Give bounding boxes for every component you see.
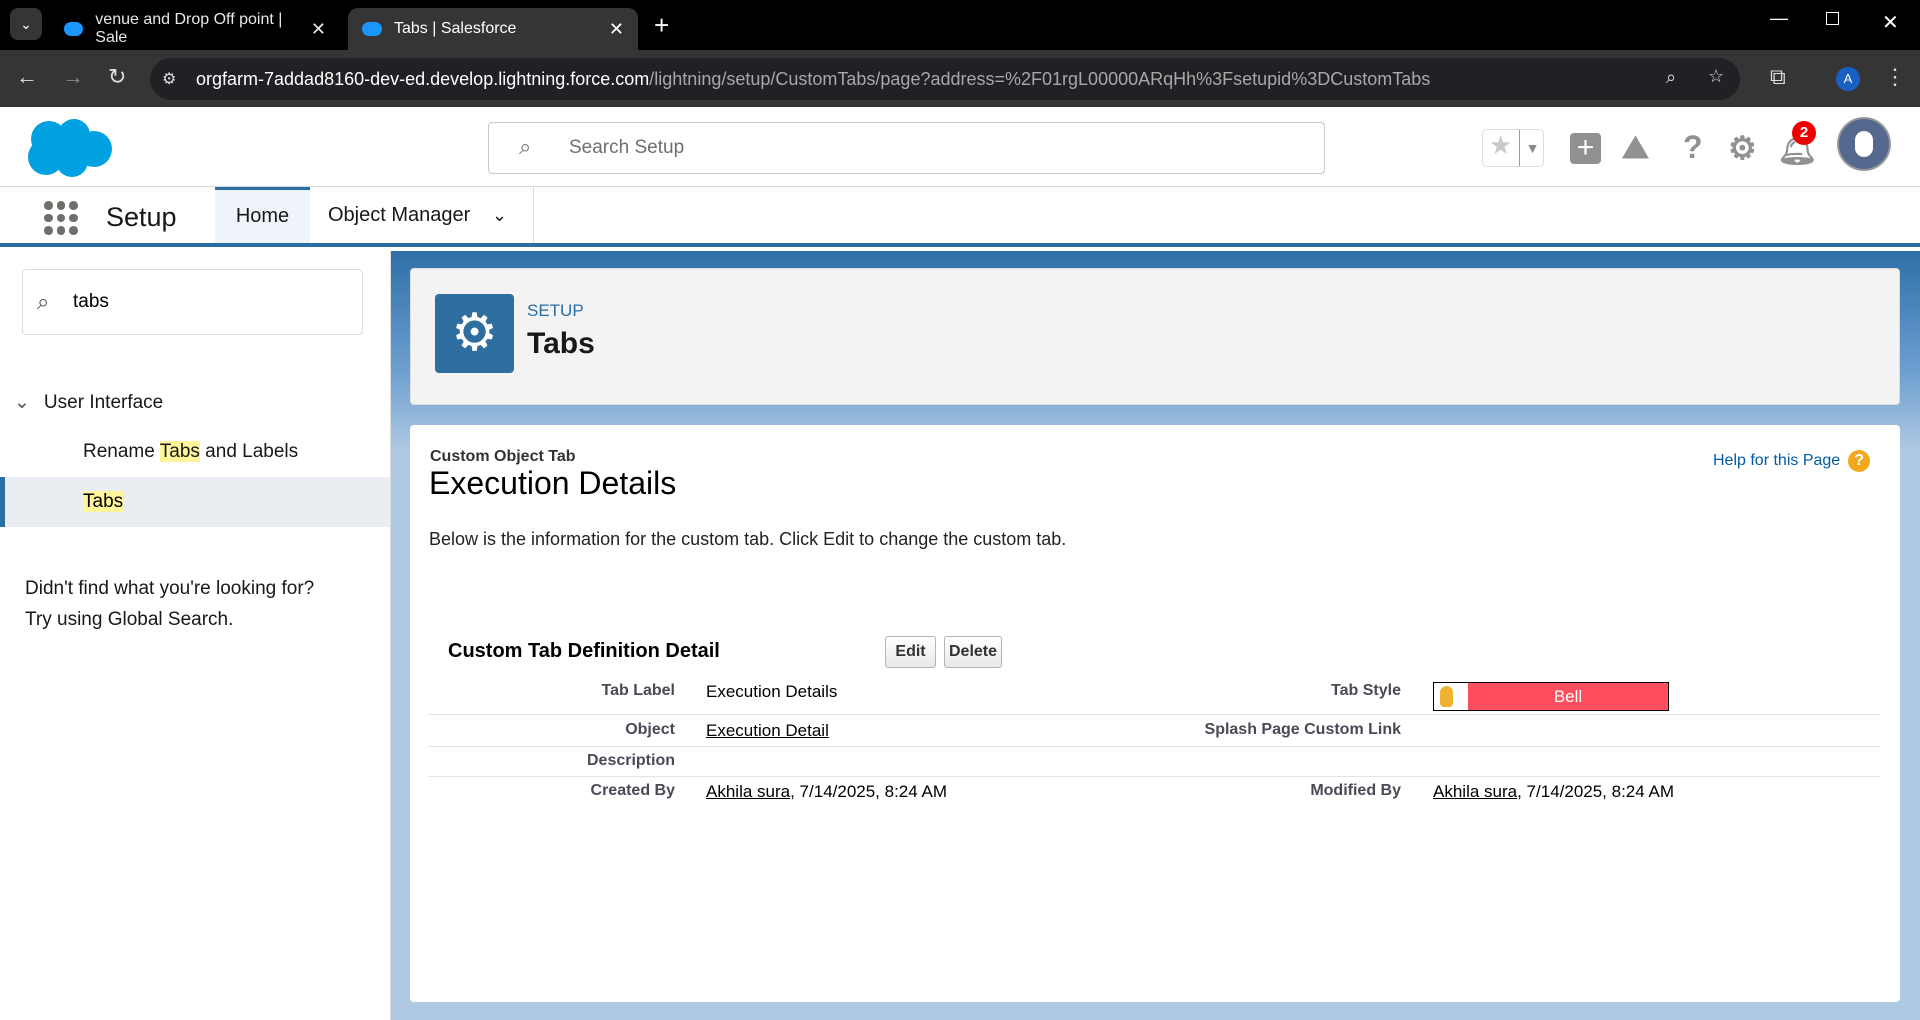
created-by-value: Akhila sura, 7/14/2025, 8:24 AM (706, 782, 948, 801)
splash-page-label: Splash Page Custom Link (1204, 721, 1401, 738)
section-title: Custom Tab Definition Detail (448, 640, 720, 662)
object-link[interactable]: Execution Detail (706, 721, 829, 741)
profile-avatar[interactable]: A (1836, 67, 1860, 91)
tab-title: venue and Drop Off point | Sale (95, 11, 283, 46)
minimize-icon[interactable]: — (1770, 8, 1788, 29)
browser-menu-icon[interactable]: ⋮ (1884, 64, 1906, 90)
help-for-page-link[interactable]: Help for this Page? (1713, 450, 1871, 472)
divider (428, 746, 1880, 747)
modified-by-user-link[interactable]: Akhila sura (1433, 782, 1517, 801)
bookmark-star-icon[interactable]: ☆ (1708, 66, 1724, 87)
search-placeholder: Search Setup (569, 137, 685, 158)
quick-find-input[interactable]: ⌕ tabs (22, 269, 363, 335)
favorites-dropdown-icon[interactable]: ▼ (1519, 130, 1545, 166)
url-host: orgfarm-7addad8160-dev-ed.develop.lightn… (196, 68, 650, 89)
setup-search-input[interactable]: ⌕ Search Setup (488, 122, 1325, 174)
setup-gear-icon: ⚙ (435, 294, 514, 373)
tab-label-label: Tab Label (601, 682, 676, 699)
forward-icon[interactable]: → (62, 64, 84, 90)
reload-icon[interactable]: ↻ (108, 64, 126, 90)
chevron-down-icon[interactable]: ⌄ (492, 187, 507, 243)
app-name: Setup (106, 202, 177, 232)
browser-tab[interactable]: venue and Drop Off point | Sale ✕ (50, 8, 340, 50)
context-navigation: Setup Home Object Manager ⌄ (0, 187, 1920, 247)
salesforce-logo[interactable] (24, 117, 114, 179)
delete-button[interactable]: Delete (944, 636, 1002, 668)
tree-item-tabs-selected[interactable]: Tabs (0, 477, 390, 527)
close-window-icon[interactable]: ✕ (1882, 10, 1899, 35)
close-tab-icon[interactable]: ✕ (609, 19, 624, 40)
description-label: Description (586, 752, 675, 769)
help-icon[interactable]: ? (1683, 129, 1703, 166)
object-manager-label: Object Manager (328, 204, 471, 226)
sidebar-help-text: Didn't find what you're looking for? Try … (25, 578, 315, 630)
page-eyebrow: SETUP (527, 301, 584, 320)
salesforce-header: ⌕ Search Setup ★ ▼ + ⛰ ? ⚙ 🔔︎ 2 (0, 107, 1920, 187)
app-launcher-icon[interactable] (44, 201, 78, 235)
notification-badge: 2 (1792, 121, 1816, 145)
trailhead-icon[interactable]: ⛰ (1622, 129, 1649, 167)
help-icon: ? (1848, 450, 1871, 472)
user-avatar[interactable] (1837, 117, 1891, 171)
section-label: User Interface (43, 392, 164, 413)
tab-search-button[interactable]: ⌄ (10, 8, 42, 40)
bell-icon (1434, 683, 1468, 710)
created-by-label: Created By (590, 782, 675, 799)
setup-gear-icon[interactable]: ⚙ (1728, 129, 1757, 167)
tree-item-rename-tabs[interactable]: Rename Tabs and Labels (83, 441, 298, 463)
setup-sidebar: ⌕ tabs ⌄ User Interface Rename Tabs and La… (0, 251, 391, 1020)
object-label: Object (625, 721, 675, 738)
tab-label-value: Execution Details (706, 682, 838, 701)
address-bar-row: ← → ↻ ⚙ orgfarm-7addad8160-dev-ed.develo… (0, 50, 1920, 107)
back-icon[interactable]: ← (16, 64, 38, 90)
edit-button[interactable]: Edit (885, 636, 936, 668)
favorites-button[interactable]: ★ ▼ (1482, 129, 1544, 167)
modified-by-value: Akhila sura, 7/14/2025, 8:24 AM (1433, 782, 1675, 801)
extensions-icon[interactable]: ⧉ (1770, 64, 1786, 90)
search-icon: ⌕ (37, 289, 50, 314)
url-path: /lightning/setup/CustomTabs/page?address… (649, 68, 1431, 89)
intro-text: Below is the information for the custom … (429, 529, 1067, 549)
object-type-label: Custom Object Tab (430, 448, 576, 465)
restore-icon[interactable] (1826, 12, 1839, 25)
quick-find-value: tabs (73, 291, 109, 312)
nav-tab-object-manager[interactable]: Object Manager ⌄ (310, 187, 534, 243)
tab-style-name: Bell (1553, 687, 1583, 706)
salesforce-favicon-icon (362, 22, 382, 36)
chevron-down-icon: ⌄ (14, 392, 30, 413)
url-input[interactable]: ⚙ orgfarm-7addad8160-dev-ed.develop.ligh… (150, 58, 1740, 100)
tab-title: Tabs | Salesforce (394, 20, 517, 37)
divider (428, 714, 1880, 715)
browser-tab-active[interactable]: Tabs | Salesforce ✕ (348, 8, 638, 50)
tab-style-swatch: Bell (1433, 682, 1669, 711)
detail-title: Execution Details (429, 465, 677, 501)
browser-tab-bar: ⌄ venue and Drop Off point | Sale ✕ Tabs … (0, 0, 1920, 50)
tree-section-user-interface[interactable]: ⌄ User Interface (14, 391, 163, 414)
site-info-icon[interactable]: ⚙ (162, 69, 176, 89)
search-icon: ⌕ (519, 134, 532, 159)
global-actions-icon[interactable]: + (1570, 133, 1601, 164)
divider (428, 776, 1880, 777)
tab-style-label: Tab Style (1331, 682, 1401, 699)
page-header-card: ⚙ SETUP Tabs (410, 268, 1900, 405)
close-tab-icon[interactable]: ✕ (311, 19, 326, 40)
nav-tab-home[interactable]: Home (215, 187, 310, 243)
zoom-icon[interactable]: ⌕ (1666, 67, 1676, 88)
salesforce-favicon-icon (64, 22, 84, 36)
page-title: Tabs (527, 327, 595, 360)
created-by-user-link[interactable]: Akhila sura (706, 782, 790, 801)
new-tab-icon[interactable]: + (654, 10, 669, 41)
modified-by-label: Modified By (1310, 782, 1401, 799)
